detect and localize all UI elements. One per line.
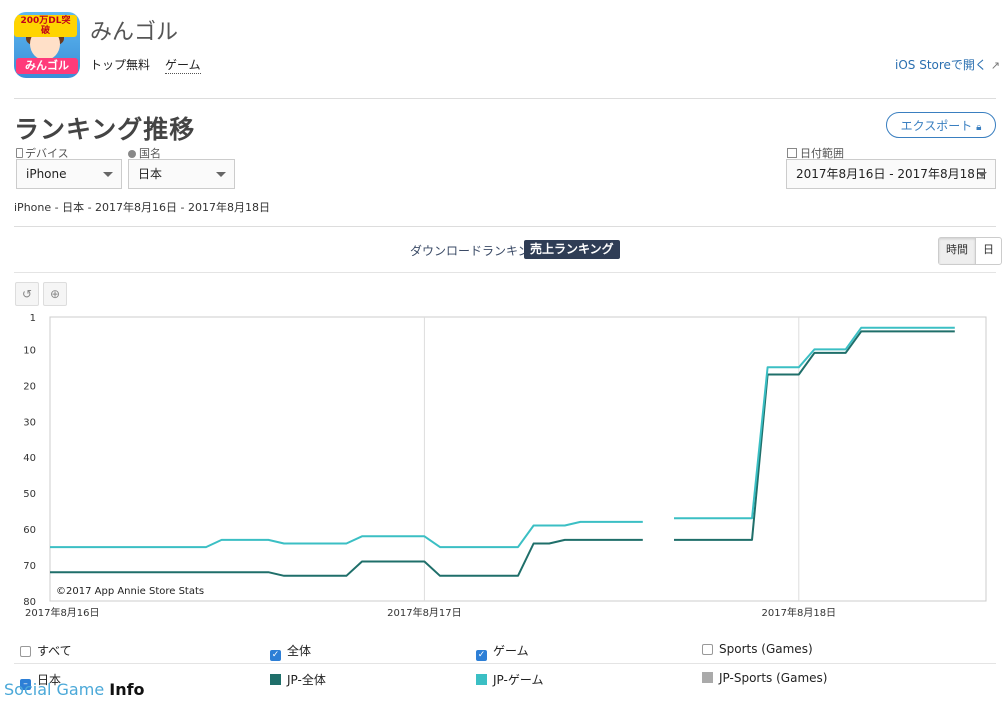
y-tick-label: 40	[23, 453, 36, 464]
series-line-game	[50, 326, 955, 549]
divider	[14, 272, 996, 273]
divider	[14, 98, 996, 99]
category-secondary-link[interactable]: ゲーム	[165, 56, 201, 74]
filter-game-label: ゲーム	[493, 644, 529, 658]
filter-overall[interactable]: ✓ 全体	[270, 642, 311, 661]
watermark-bold: Info	[109, 680, 145, 699]
icon-logo: みんゴル	[16, 58, 78, 74]
date-range-value: 2017年8月16日 - 2017年8月18日	[796, 167, 987, 181]
checkbox-all[interactable]	[20, 646, 31, 657]
checkbox-game[interactable]: ✓	[476, 650, 487, 661]
granularity-toggle: 時間 日	[938, 237, 1002, 265]
divider	[14, 226, 996, 227]
country-select[interactable]: 日本	[128, 159, 235, 189]
y-tick-label: 60	[23, 525, 36, 536]
filter-all-label: すべて	[37, 644, 72, 658]
tab-download-ranking[interactable]: ダウンロードランキング	[410, 242, 542, 259]
chevron-down-icon	[977, 172, 987, 177]
calendar-icon	[787, 148, 797, 158]
device-select[interactable]: iPhone	[16, 159, 122, 189]
external-link-icon: ↗	[990, 59, 1000, 72]
reset-zoom-button[interactable]: ↺	[15, 282, 39, 306]
checkbox-sports[interactable]	[702, 644, 713, 655]
zoom-in-icon: ⊕	[49, 287, 61, 301]
device-icon	[16, 148, 23, 158]
export-button[interactable]: エクスポート 🔒︎	[886, 112, 996, 138]
legend-item-game[interactable]: JP-ゲーム	[476, 671, 543, 688]
granularity-day-button[interactable]: 日	[975, 238, 1001, 264]
globe-icon	[128, 150, 136, 158]
y-tick-label: 20	[23, 381, 36, 392]
y-tick-label: 50	[23, 489, 36, 500]
lock-icon: 🔒︎	[976, 122, 982, 133]
granularity-hour-button[interactable]: 時間	[939, 238, 975, 264]
category-primary: トップ無料	[90, 58, 151, 72]
export-button-label: エクスポート	[900, 119, 973, 133]
legend-swatch-all	[270, 674, 281, 685]
app-title: みんゴル	[90, 20, 179, 45]
x-tick-label: 2017年8月16日	[25, 606, 100, 619]
checkbox-overall[interactable]: ✓	[270, 650, 281, 661]
plot-frame	[49, 316, 987, 602]
y-tick-label: 1	[30, 313, 36, 324]
y-tick-label: 10	[23, 345, 36, 356]
watermark: Social Game Info	[4, 680, 145, 699]
filter-overall-label: 全体	[287, 644, 312, 658]
app-icon: 200万DL突破 みんゴル	[14, 12, 80, 78]
chevron-down-icon	[103, 172, 113, 177]
y-tick-label: 30	[23, 417, 36, 428]
section-title: ランキング推移	[14, 115, 196, 144]
ios-store-link-label: iOS Storeで開く	[895, 58, 987, 72]
y-tick-label: 70	[23, 561, 36, 572]
tab-revenue-ranking[interactable]: 売上ランキング	[524, 240, 620, 259]
country-select-value: 日本	[138, 167, 163, 181]
download-badge: 200万DL突破	[14, 15, 77, 37]
legend-item-sports[interactable]: JP-Sports (Games)	[702, 671, 827, 685]
ios-store-link[interactable]: iOS Storeで開く ↗	[895, 56, 1000, 73]
legend-swatch-game	[476, 674, 487, 685]
date-range-select[interactable]: 2017年8月16日 - 2017年8月18日	[786, 159, 996, 189]
filter-sports[interactable]: Sports (Games)	[702, 642, 813, 656]
x-tick-label: 2017年8月18日	[762, 606, 837, 619]
device-select-value: iPhone	[26, 167, 67, 181]
undo-icon: ↺	[21, 287, 33, 301]
filter-all[interactable]: すべて	[20, 642, 72, 659]
legend-item-all[interactable]: JP-全体	[270, 671, 326, 688]
filter-game[interactable]: ✓ ゲーム	[476, 642, 529, 661]
series-line-overall	[50, 330, 955, 577]
legend-swatch-sports	[702, 672, 713, 683]
zoom-button[interactable]: ⊕	[43, 282, 67, 306]
legend-item-sports-label: JP-Sports (Games)	[719, 671, 828, 685]
watermark-text: Social Game	[4, 680, 105, 699]
chevron-down-icon	[216, 172, 226, 177]
filter-sports-label: Sports (Games)	[719, 642, 813, 656]
filter-summary: iPhone - 日本 - 2017年8月16日 - 2017年8月18日	[14, 201, 270, 214]
divider	[14, 663, 996, 664]
legend-item-game-label: JP-ゲーム	[493, 673, 544, 687]
legend-item-all-label: JP-全体	[287, 673, 326, 687]
ranking-chart[interactable]: 2017年8月16日 2017年8月17日 2017年8月18日 1 10 20 30 40 5…	[0, 305, 1008, 625]
chart-copyright: ©2017 App Annie Store Stats	[56, 586, 205, 597]
x-tick-label: 2017年8月17日	[387, 606, 462, 619]
y-tick-label: 80	[23, 597, 36, 608]
